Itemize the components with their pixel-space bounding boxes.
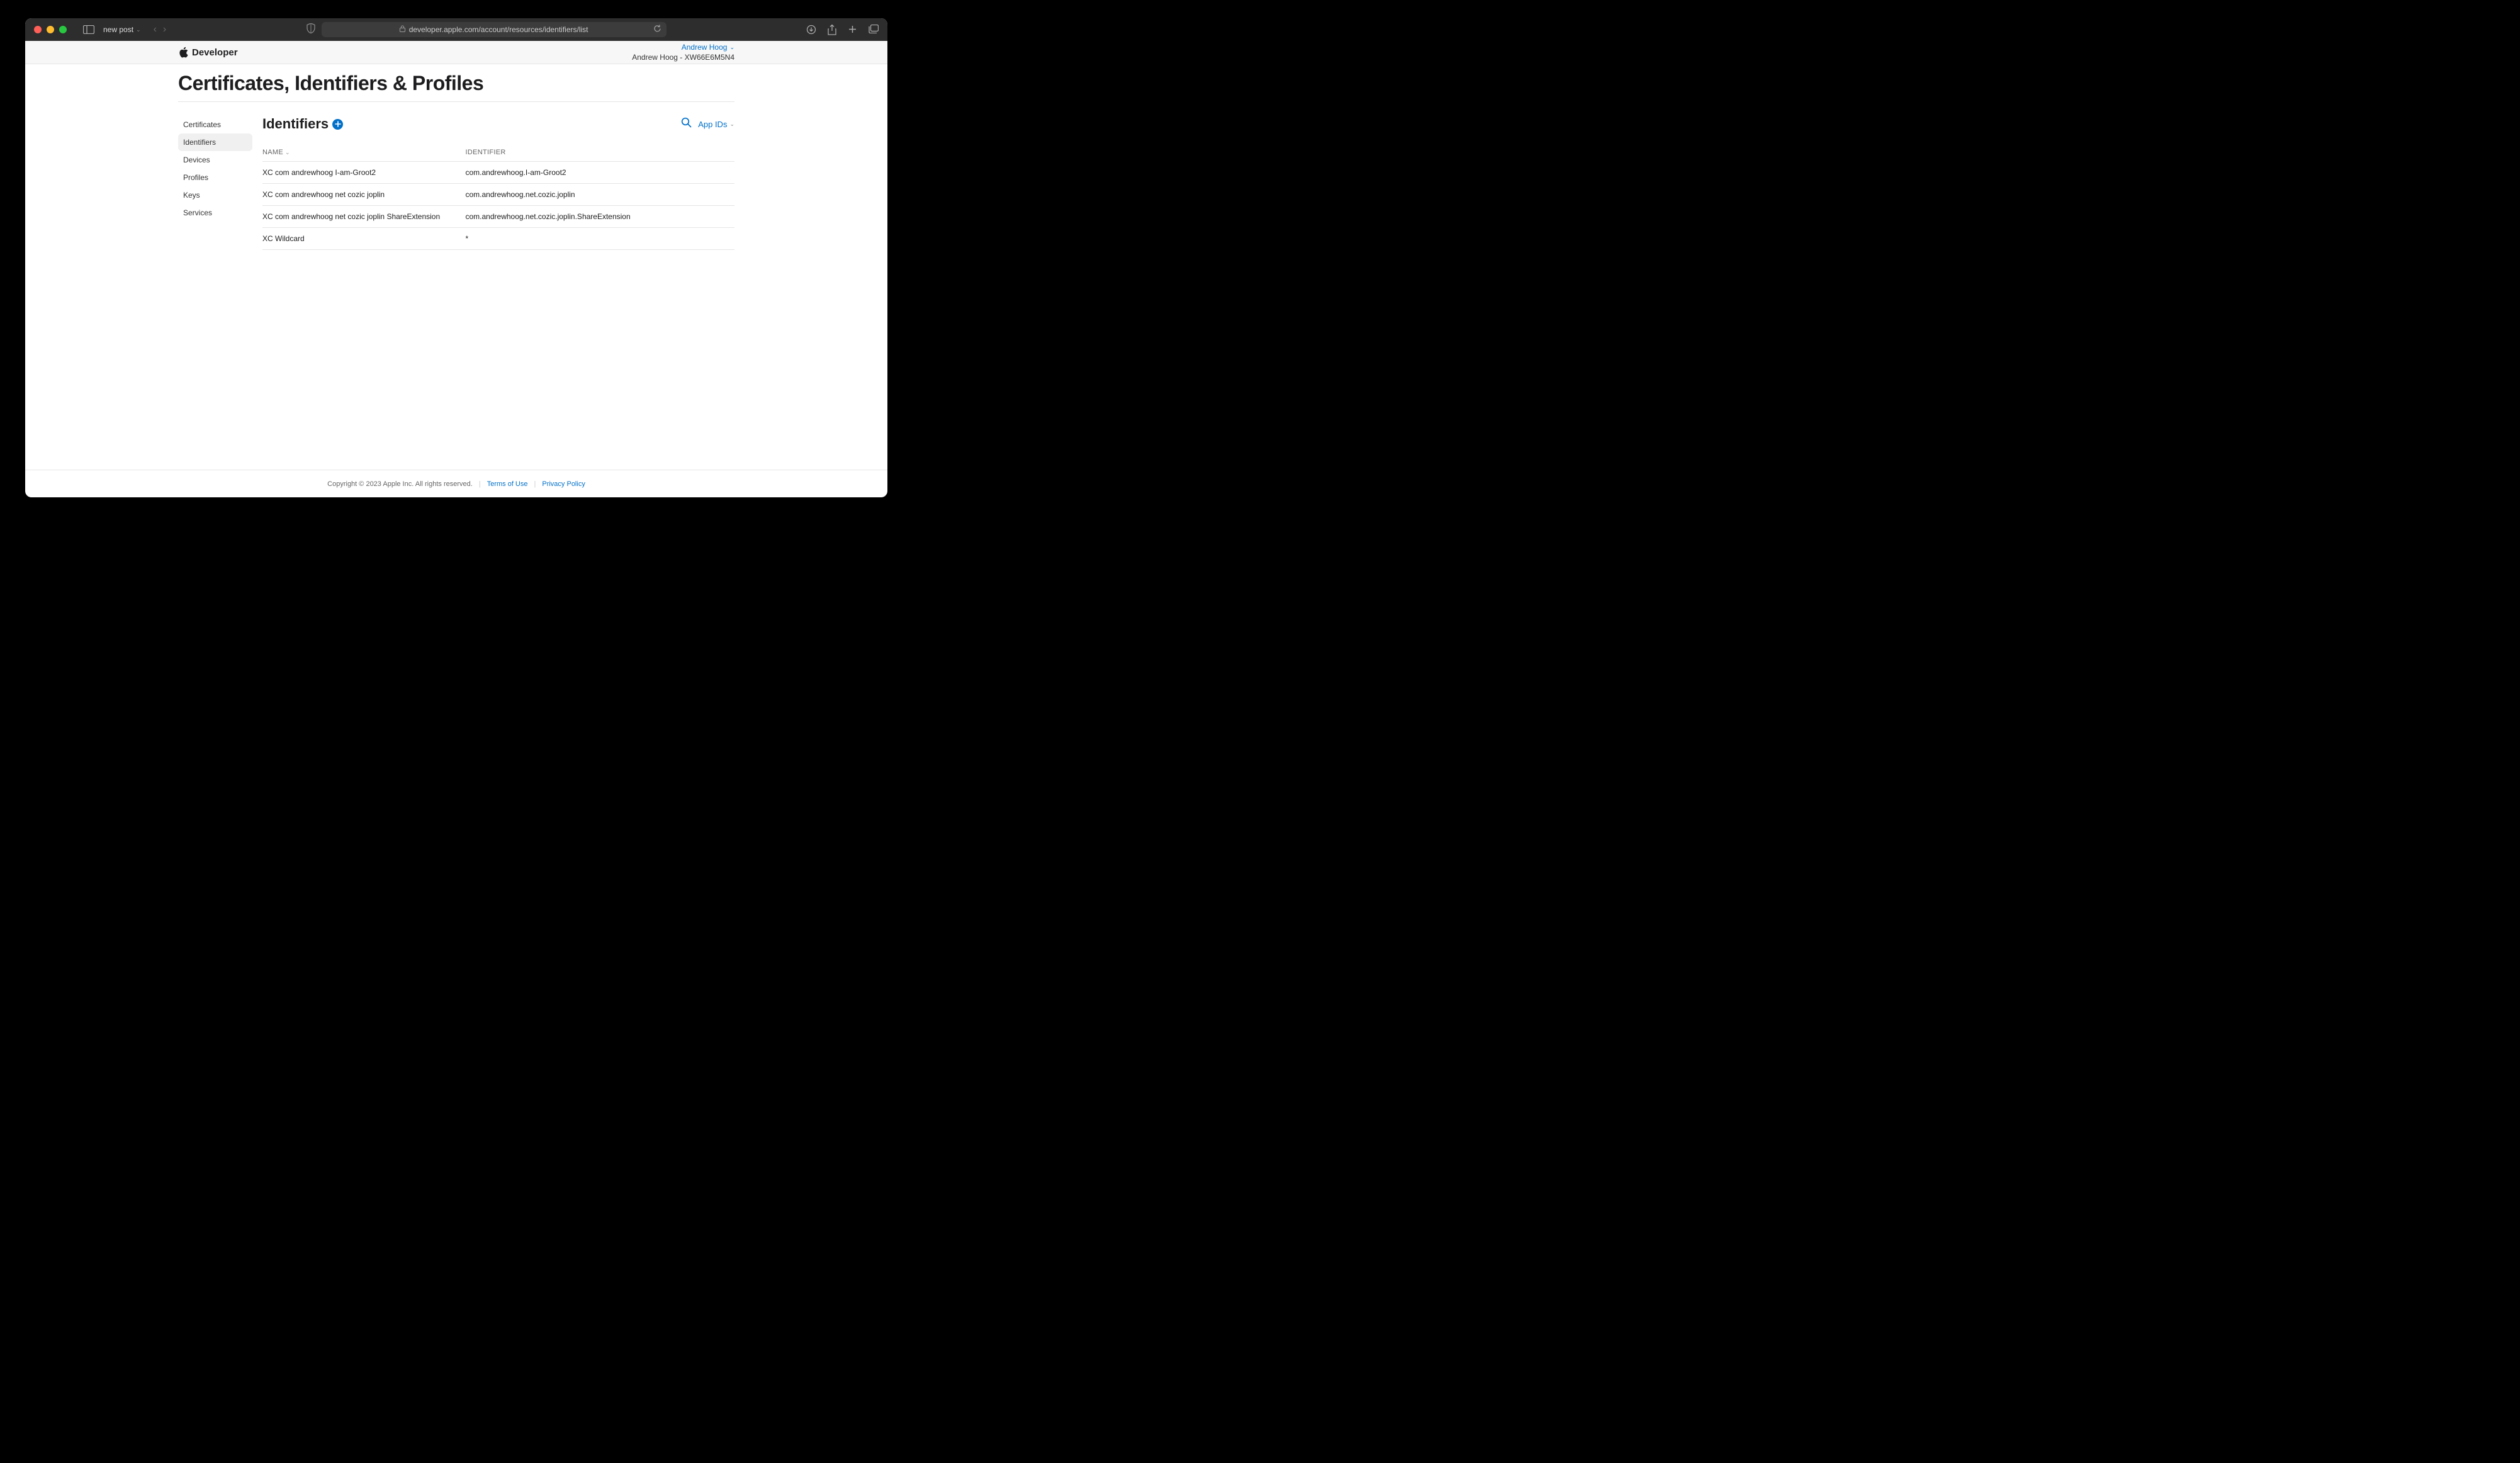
sidebar-item-certificates[interactable]: Certificates [178, 116, 252, 133]
sidebar-item-label: Identifiers [183, 138, 216, 147]
brand[interactable]: Developer [178, 47, 238, 59]
maximize-window-button[interactable] [59, 26, 67, 33]
minimize-window-button[interactable] [47, 26, 54, 33]
column-header-identifier[interactable]: IDENTIFIER [466, 144, 735, 162]
url-text: developer.apple.com/account/resources/id… [409, 25, 588, 34]
identifiers-table: NAME⌄ IDENTIFIER XC com andrewhoog I-am-… [262, 144, 734, 250]
account-name-dropdown[interactable]: Andrew Hoog ⌄ [682, 43, 734, 52]
filter-group: App IDs ⌄ [681, 117, 734, 131]
cell-name: XC com andrewhoog net cozic joplin [262, 184, 466, 206]
main-content: Identifiers App IDs ⌄ [262, 116, 734, 250]
browser-window: new post ⌄ ‹ › developer.apple.com/accou… [25, 18, 887, 497]
sidebar-item-label: Devices [183, 155, 210, 164]
main-header: Identifiers App IDs ⌄ [262, 116, 734, 132]
footer-copyright: Copyright © 2023 Apple Inc. All rights r… [327, 480, 473, 488]
filter-dropdown[interactable]: App IDs ⌄ [698, 120, 734, 129]
chevron-down-icon: ⌄ [136, 26, 141, 33]
cell-identifier: * [466, 228, 735, 250]
footer-terms-link[interactable]: Terms of Use [487, 480, 528, 488]
url-bar[interactable]: developer.apple.com/account/resources/id… [322, 22, 667, 37]
account-name-text: Andrew Hoog [682, 43, 728, 52]
column-header-name[interactable]: NAME⌄ [262, 144, 466, 162]
sidebar-item-label: Keys [183, 191, 200, 200]
search-icon[interactable] [681, 117, 692, 131]
account-team-text: Andrew Hoog - XW66E6M5N4 [632, 53, 734, 62]
sidebar-item-services[interactable]: Services [178, 204, 252, 222]
sidebar-item-label: Services [183, 208, 212, 217]
tab-title-text: new post [103, 25, 133, 34]
forward-button[interactable]: › [163, 24, 166, 35]
sidebar-item-devices[interactable]: Devices [178, 151, 252, 169]
column-header-label: IDENTIFIER [466, 149, 506, 156]
downloads-icon[interactable] [806, 25, 816, 35]
page-body: Certificates, Identifiers & Profiles Cer… [25, 64, 887, 470]
cell-name: XC com andrewhoog net cozic joplin Share… [262, 206, 466, 228]
chevron-down-icon: ⌄ [729, 121, 734, 128]
titlebar-right [806, 25, 879, 35]
sidebar-item-label: Profiles [183, 173, 208, 182]
cell-identifier: com.andrewhoog.net.cozic.joplin.ShareExt… [466, 206, 735, 228]
footer-separator: | [534, 480, 536, 488]
footer: Copyright © 2023 Apple Inc. All rights r… [25, 470, 887, 497]
column-header-label: NAME [262, 149, 283, 156]
table-row[interactable]: XC com andrewhoog net cozic joplincom.an… [262, 184, 734, 206]
privacy-shield-icon[interactable] [307, 23, 315, 37]
add-identifier-button[interactable] [332, 119, 343, 130]
table-row[interactable]: XC com andrewhoog I-am-Groot2com.andrewh… [262, 162, 734, 184]
tab-title[interactable]: new post ⌄ [103, 25, 141, 34]
filter-label: App IDs [698, 120, 727, 129]
apple-logo-icon [178, 47, 188, 59]
section-title-text: Identifiers [262, 116, 329, 132]
cell-identifier: com.andrewhoog.net.cozic.joplin [466, 184, 735, 206]
titlebar-center: developer.apple.com/account/resources/id… [171, 22, 801, 37]
sidebar-toggle-icon[interactable] [83, 25, 94, 34]
sidebar-item-keys[interactable]: Keys [178, 186, 252, 204]
sort-indicator-icon: ⌄ [285, 149, 290, 155]
sidebar-item-identifiers[interactable]: Identifiers [178, 133, 252, 151]
browser-titlebar: new post ⌄ ‹ › developer.apple.com/accou… [25, 18, 887, 41]
footer-separator: | [479, 480, 481, 488]
cell-identifier: com.andrewhoog.I-am-Groot2 [466, 162, 735, 184]
account-info: Andrew Hoog ⌄ Andrew Hoog - XW66E6M5N4 [632, 43, 734, 62]
page-title: Certificates, Identifiers & Profiles [178, 64, 734, 102]
cell-name: XC com andrewhoog I-am-Groot2 [262, 162, 466, 184]
brand-text: Developer [192, 47, 238, 58]
footer-privacy-link[interactable]: Privacy Policy [542, 480, 585, 488]
section-title: Identifiers [262, 116, 343, 132]
close-window-button[interactable] [34, 26, 42, 33]
table-row[interactable]: XC Wildcard* [262, 228, 734, 250]
sidebar-item-label: Certificates [183, 120, 221, 129]
lock-icon [400, 25, 405, 34]
traffic-lights [34, 26, 67, 33]
sidebar-item-profiles[interactable]: Profiles [178, 169, 252, 186]
share-icon[interactable] [828, 25, 836, 35]
site-header: Developer Andrew Hoog ⌄ Andrew Hoog - XW… [25, 41, 887, 64]
chevron-down-icon: ⌄ [729, 44, 734, 51]
new-tab-icon[interactable] [848, 25, 857, 35]
back-button[interactable]: ‹ [154, 24, 157, 35]
nav-arrows: ‹ › [154, 24, 167, 35]
table-row[interactable]: XC com andrewhoog net cozic joplin Share… [262, 206, 734, 228]
tabs-overview-icon[interactable] [869, 25, 879, 35]
cell-name: XC Wildcard [262, 228, 466, 250]
reload-icon[interactable] [653, 25, 661, 35]
sidebar: Certificates Identifiers Devices Profile… [178, 116, 252, 250]
